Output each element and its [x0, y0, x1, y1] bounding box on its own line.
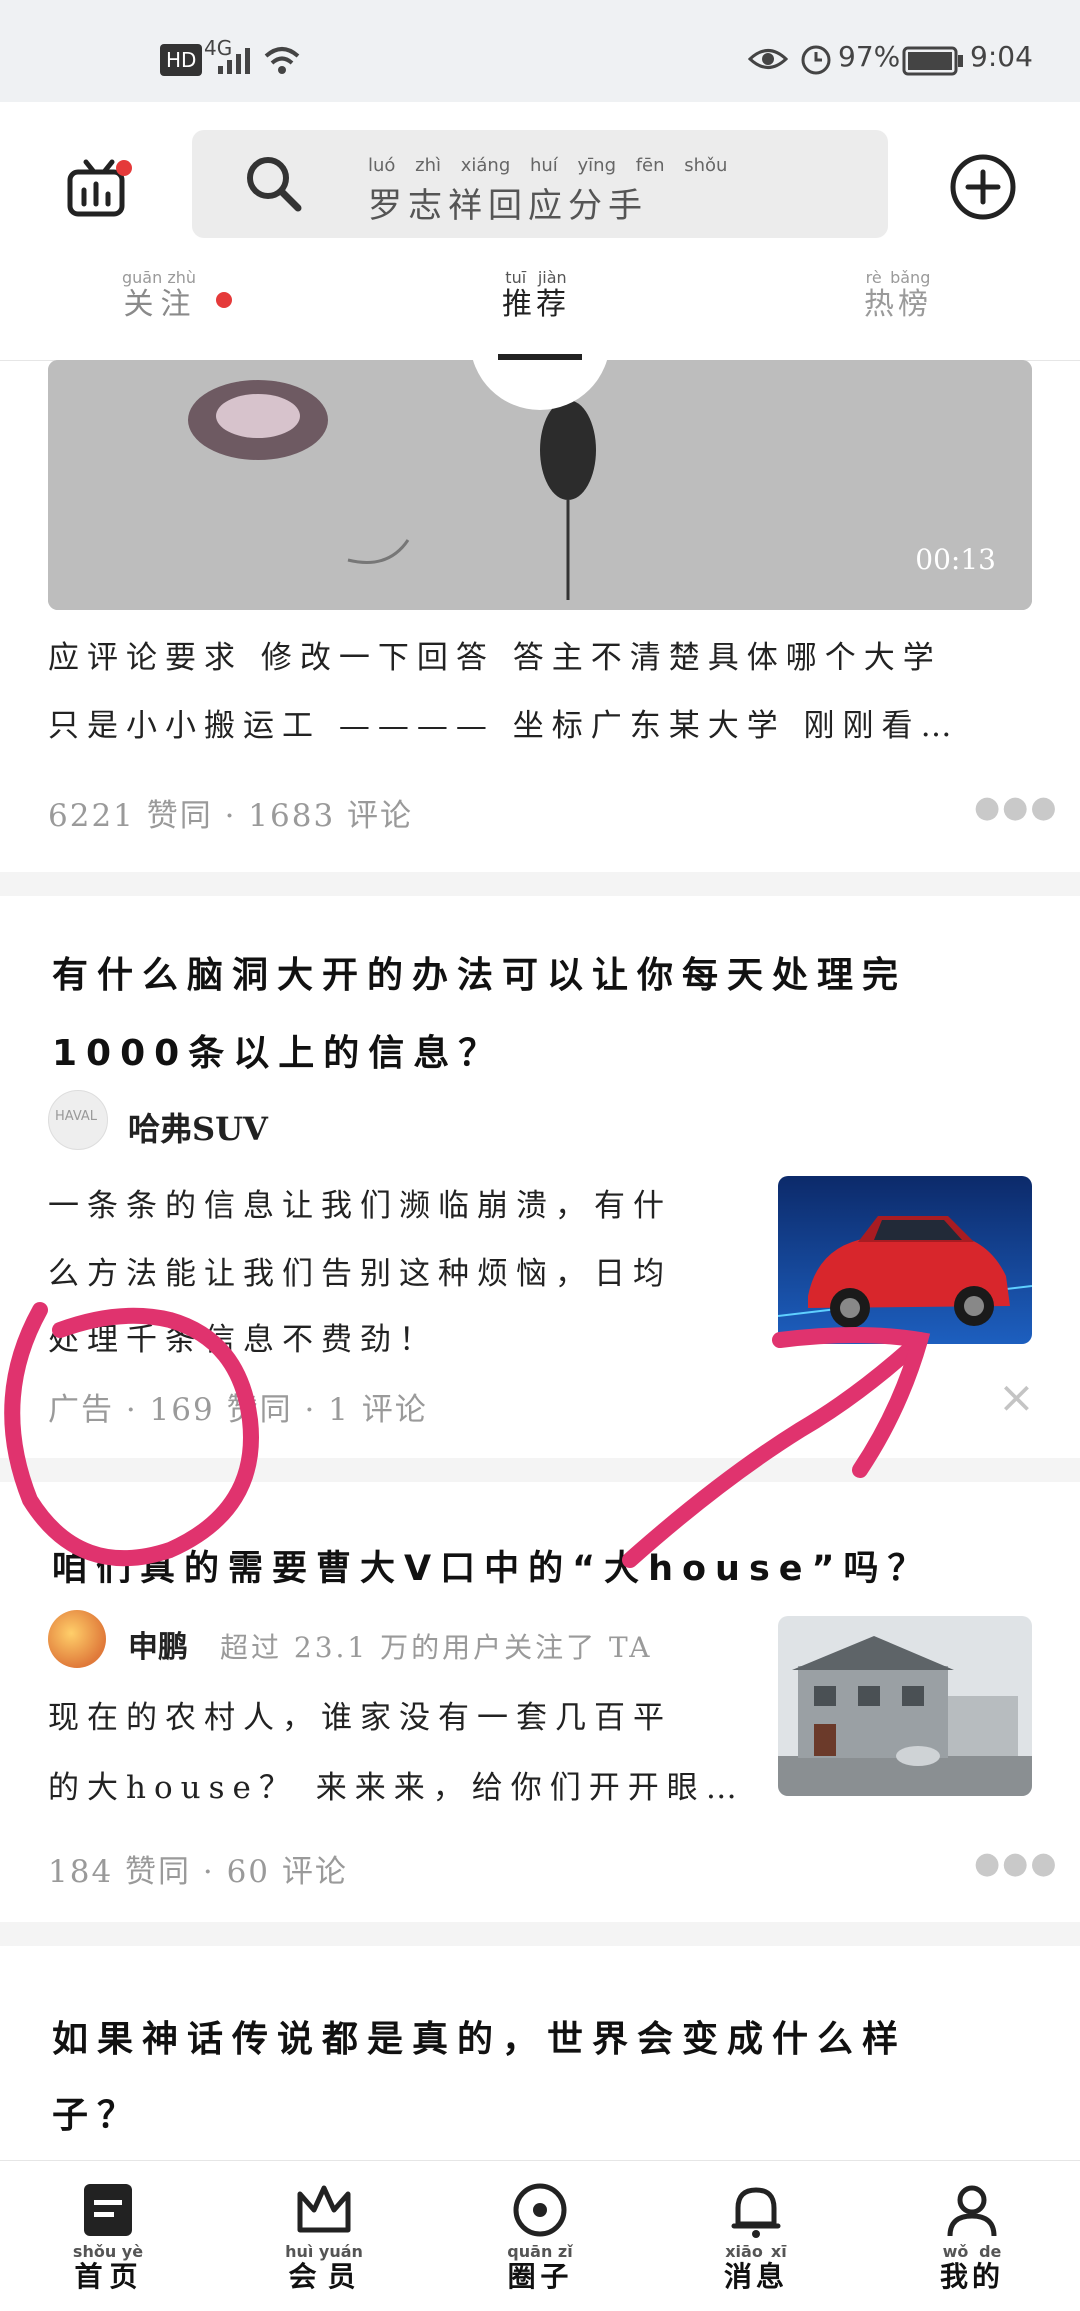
card1-stats: 6221 赞同 · 1683 评论 [48, 798, 414, 834]
house-image-art [778, 1616, 1032, 1796]
card1-excerpt-line2[interactable]: 只是小小搬运工 ———— 坐标广东某大学 刚刚看… [48, 708, 960, 745]
card3-body-line1[interactable]: 现在的农村人，谁家没有一套几百平 [48, 1700, 728, 1737]
card2-title-line2[interactable]: 1000条以上的信息？ [52, 1024, 503, 1076]
status-bar: HD 4G 97% 9:04 [0, 0, 1080, 102]
clock: 9:04 [970, 40, 1033, 73]
video-frame-art [48, 360, 1032, 610]
more-options-icon[interactable]: ●●● [974, 1846, 1059, 1881]
battery-percent: 97% [838, 40, 901, 73]
nav-home[interactable]: 首页shǒu yè [28, 2180, 188, 2295]
house-image[interactable] [778, 1616, 1032, 1796]
card3-author-note: 超过 23.1 万的用户关注了 TA [220, 1631, 653, 1664]
card2-title-line1[interactable]: 有什么脑洞大开的办法可以让你每天处理完 [52, 946, 907, 998]
search-icon [247, 157, 302, 212]
crown-icon [297, 2185, 351, 2233]
alarm-icon [801, 45, 831, 75]
add-icon[interactable] [948, 152, 1018, 222]
signal-icon [218, 48, 250, 74]
nav-membership[interactable]: 会员huì yuán [244, 2180, 404, 2295]
video-duration: 00:13 [915, 543, 996, 576]
hd-badge: HD [160, 44, 203, 76]
battery-icon [902, 46, 963, 76]
wifi-icon [264, 47, 300, 74]
card4-title-line1[interactable]: 如果神话传说都是真的，世界会变成什么样 [52, 2010, 907, 2062]
card3-stats: 184 赞同 · 60 评论 [48, 1854, 348, 1890]
tab-hot[interactable]: 热榜rè bǎng [864, 268, 932, 323]
nav-profile[interactable]: 我的wǒ de [892, 2180, 1052, 2295]
profile-icon [947, 2185, 997, 2237]
card3-body-line2[interactable]: 的大house？ 来来来，给你们开开眼… [48, 1770, 748, 1807]
author-avatar[interactable]: HAVAL [48, 1090, 108, 1150]
card-divider [0, 872, 1080, 896]
card2-body-line1[interactable]: 一条条的信息让我们濒临崩溃，有什 [48, 1188, 728, 1225]
nav-messages[interactable]: 消息xiāo xī [676, 2180, 836, 2295]
video-thumbnail[interactable]: 00:13 [48, 360, 1032, 610]
card4-title-line2[interactable]: 子？ [52, 2086, 142, 2138]
card2-author[interactable]: 哈弗SUV [128, 1104, 268, 1150]
haval-logo-text: HAVAL [55, 1109, 98, 1124]
tv-icon[interactable] [64, 152, 134, 222]
author-avatar[interactable] [48, 1610, 106, 1668]
card3-author[interactable]: 申鹏 [128, 1622, 188, 1666]
card-divider [0, 1922, 1080, 1946]
circle-icon [513, 2183, 567, 2237]
home-icon [84, 2184, 132, 2236]
eye-icon [748, 49, 788, 69]
nav-circles[interactable]: 圈子quān zǐ [460, 2180, 620, 2295]
bell-icon [731, 2187, 781, 2238]
card1-excerpt-line1[interactable]: 应评论要求 修改一下回答 答主不清楚具体哪个大学 [48, 640, 942, 677]
search-placeholder[interactable]: 罗志祥回应分手 [368, 178, 648, 227]
tab-recommend[interactable]: 推荐tuī jiàn [502, 268, 570, 323]
search-pinyin: luó zhì xiáng huí yīng fēn shǒu [368, 155, 728, 176]
tab-follow[interactable]: 关注guān zhù [122, 268, 196, 323]
annotation-overlay [4, 1302, 931, 1568]
more-options-icon[interactable]: ●●● [974, 790, 1059, 825]
follow-dot-badge [216, 292, 232, 308]
